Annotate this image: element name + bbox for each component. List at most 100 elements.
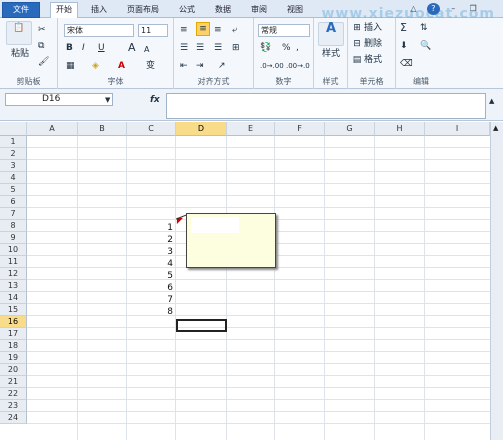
clear-icon[interactable]: ⌫ [400,58,413,70]
scroll-up-icon[interactable]: ▲ [493,124,498,132]
delete-cells-button[interactable]: ⊟ 删除 [350,38,394,50]
bold-button[interactable]: B [66,42,73,54]
grow-font-button[interactable]: A [128,42,136,54]
find-select-icon[interactable]: 🔍 [420,40,431,52]
name-box[interactable]: D16 [5,93,113,106]
row-header-10[interactable]: 10 [0,244,27,256]
row-header-6[interactable]: 6 [0,196,27,208]
column-header-e[interactable]: E [227,122,275,136]
cell-c9[interactable]: 2 [163,235,173,245]
format-cells-button[interactable]: ▤ 格式 [350,54,394,66]
formula-input[interactable] [166,93,486,119]
worksheet-grid[interactable]: A B C D E F G H I 1 2 3 4 5 6 7 8 9 10 1… [0,122,490,440]
paste-icon[interactable]: 📋 [6,21,32,45]
row-header-4[interactable]: 4 [0,172,27,184]
font-name-select[interactable]: 宋体 [64,24,134,37]
format-painter-icon[interactable]: 🖌 [38,56,49,68]
row-header-7[interactable]: 7 [0,208,27,220]
row-header-9[interactable]: 9 [0,232,27,244]
paste-button[interactable]: 粘贴 [6,48,34,60]
cell-comment-box[interactable] [186,213,276,268]
tab-view[interactable]: 视图 [282,3,308,18]
number-format-select[interactable]: 常规 [258,24,310,37]
row-header-13[interactable]: 13 [0,280,27,292]
row-header-12[interactable]: 12 [0,268,27,280]
tab-review[interactable]: 审阅 [246,3,272,18]
cell-c14[interactable]: 7 [163,295,173,305]
row-header-20[interactable]: 20 [0,364,27,376]
sort-filter-icon[interactable]: ⇅ [420,22,428,34]
row-header-18[interactable]: 18 [0,340,27,352]
expand-formula-icon[interactable]: ▲ [489,95,494,107]
tab-file[interactable]: 文件 [2,2,40,18]
column-header-i[interactable]: I [425,122,490,136]
cell-c10[interactable]: 3 [163,247,173,257]
font-size-select[interactable]: 11 [138,24,168,37]
fill-color-icon[interactable]: ◈ [92,60,99,72]
increase-decimal-icon[interactable]: .0→.00 [260,60,284,72]
cell-c11[interactable]: 4 [163,259,173,269]
cut-icon[interactable]: ✂ [38,24,46,36]
row-header-8[interactable]: 8 [0,220,27,232]
decrease-decimal-icon[interactable]: .00→.0 [286,60,310,72]
row-header-14[interactable]: 14 [0,292,27,304]
row-header-5[interactable]: 5 [0,184,27,196]
row-header-17[interactable]: 17 [0,328,27,340]
row-header-3[interactable]: 3 [0,160,27,172]
insert-cells-button[interactable]: ⊞ 插入 [350,22,394,34]
row-header-11[interactable]: 11 [0,256,27,268]
decrease-indent-icon[interactable]: ⇤ [180,60,188,72]
copy-icon[interactable]: ⧉ [38,40,44,52]
row-header-2[interactable]: 2 [0,148,27,160]
column-header-d[interactable]: D [176,122,227,136]
comma-button[interactable]: , [296,42,299,54]
tab-home[interactable]: 开始 [50,2,78,18]
row-header-15[interactable]: 15 [0,304,27,316]
increase-indent-icon[interactable]: ⇥ [196,60,204,72]
column-header-g[interactable]: G [325,122,375,136]
orientation-icon[interactable]: ↗ [218,60,226,72]
tab-data[interactable]: 数据 [210,3,236,18]
help-icon[interactable]: ? [426,3,440,15]
active-cell-d16[interactable] [176,319,227,332]
row-header-22[interactable]: 22 [0,388,27,400]
cell-c15[interactable]: 8 [163,307,173,317]
comment-text-area[interactable] [191,217,239,233]
column-header-a[interactable]: A [27,122,78,136]
row-header-16[interactable]: 16 [0,316,27,328]
insert-function-button[interactable]: fx [150,94,160,106]
align-center-icon[interactable]: ☰ [196,42,204,54]
styles-button[interactable]: 样式 [318,48,344,60]
percent-button[interactable]: % [282,42,291,54]
autosum-icon[interactable]: Σ [400,22,407,34]
phonetic-button[interactable]: 变 [146,60,155,72]
column-header-c[interactable]: C [127,122,176,136]
ribbon-minimize-icon[interactable]: △ [407,3,420,15]
row-header-19[interactable]: 19 [0,352,27,364]
minimize-icon[interactable]: – [447,3,460,15]
tab-insert[interactable]: 插入 [86,3,112,18]
cell-c13[interactable]: 6 [163,283,173,293]
border-icon[interactable]: ▦ [66,60,75,72]
align-middle-icon[interactable]: ≡ [196,22,210,36]
shrink-font-button[interactable]: A [144,44,149,56]
align-bottom-icon[interactable]: ≡ [214,24,222,36]
tab-page-layout[interactable]: 页面布局 [122,3,164,18]
fill-icon[interactable]: ⬇ [400,40,408,52]
wrap-text-icon[interactable]: ⤶ [232,24,237,36]
column-header-b[interactable]: B [78,122,127,136]
row-header-24[interactable]: 24 [0,412,27,424]
cell-c12[interactable]: 5 [163,271,173,281]
row-header-1[interactable]: 1 [0,136,27,148]
name-box-dropdown-icon[interactable]: ▼ [105,94,110,106]
font-color-icon[interactable]: A [118,60,125,72]
cell-c8[interactable]: 1 [163,223,173,233]
italic-button[interactable]: I [82,42,85,54]
tab-formulas[interactable]: 公式 [174,3,200,18]
merge-center-icon[interactable]: ⊞ [232,42,240,54]
restore-icon[interactable]: ❐ [467,3,480,15]
vertical-scrollbar[interactable]: ▲ [490,122,503,440]
accounting-format-icon[interactable]: 💱 [260,42,271,54]
column-header-h[interactable]: H [375,122,425,136]
row-header-21[interactable]: 21 [0,376,27,388]
